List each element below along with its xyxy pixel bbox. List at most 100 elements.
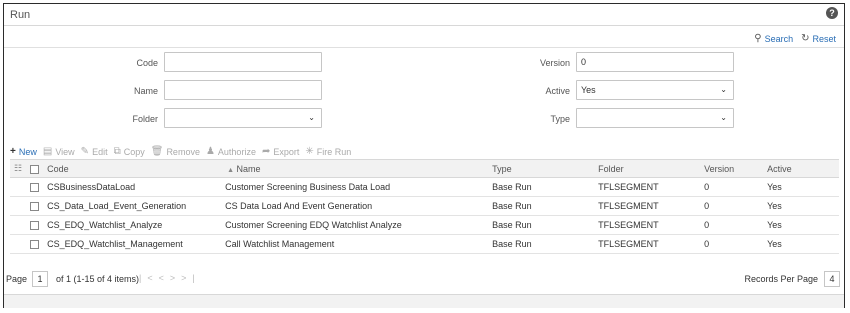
page-label: Page — [6, 274, 28, 284]
footer-bar — [4, 294, 844, 308]
row-code[interactable]: CSBusinessDataLoad — [43, 177, 222, 197]
edit-button[interactable]: ✎ Edit — [81, 146, 108, 157]
row-checkbox[interactable] — [26, 215, 44, 235]
table-row[interactable]: CS_EDQ_Watchlist_Analyze Customer Screen… — [10, 215, 839, 235]
row-folder: TFLSEGMENT — [594, 177, 701, 197]
help-icon[interactable]: ? — [826, 7, 838, 19]
view-icon: ▤ — [42, 146, 53, 157]
new-label: New — [18, 146, 37, 157]
column-active[interactable]: Active — [763, 159, 839, 178]
row-version: 0 — [700, 177, 764, 197]
form-divider — [4, 47, 844, 48]
code-label: Code — [136, 58, 158, 68]
edit-label: Edit — [92, 146, 108, 157]
row-version: 0 — [700, 234, 764, 254]
active-select-value: Yes — [581, 85, 596, 95]
row-folder: TFLSEGMENT — [594, 234, 701, 254]
row-type: Base Run — [488, 234, 595, 254]
active-label: Active — [545, 86, 570, 96]
grid-toolbar: + New ▤ View ✎ Edit ⧉ Copy 🗑 Remove ♟ Authoriz… — [10, 146, 351, 157]
row-version: 0 — [700, 196, 764, 216]
version-input[interactable]: 0 — [576, 52, 734, 72]
folder-label: Folder — [132, 114, 158, 124]
row-active: Yes — [763, 196, 839, 216]
version-label: Version — [539, 58, 570, 68]
code-input[interactable] — [164, 52, 322, 72]
export-button[interactable]: ➦ Export — [262, 146, 299, 157]
table-row[interactable]: CS_Data_Load_Event_Generation CS Data Lo… — [10, 196, 839, 216]
search-button[interactable]: ⚲ Search — [754, 33, 793, 44]
records-per-page-label: Records Per Page — [744, 274, 818, 284]
export-label: Export — [273, 146, 300, 157]
type-select[interactable]: ⌄ — [576, 108, 734, 128]
column-folder-label: Folder — [598, 163, 624, 174]
page-title: Run — [10, 9, 31, 21]
search-icon: ⚲ — [754, 33, 762, 44]
new-button[interactable]: + New — [10, 146, 37, 157]
page-number-input[interactable]: 1 — [32, 271, 48, 287]
column-version[interactable]: Version — [700, 159, 764, 178]
row-active: Yes — [763, 215, 839, 235]
folder-select[interactable]: ⌄ — [164, 108, 322, 128]
active-select[interactable]: Yes ⌄ — [576, 80, 734, 100]
column-active-label: Active — [767, 163, 792, 174]
search-actions: ⚲ Search ↻ Reset — [754, 33, 836, 44]
table-row[interactable]: CS_EDQ_Watchlist_Management Call Watchli… — [10, 234, 839, 254]
column-code[interactable]: Code — [43, 159, 222, 178]
view-button[interactable]: ▤ View — [43, 146, 75, 157]
column-type-label: Type — [492, 163, 512, 174]
first-page-icon[interactable]: |< — [139, 273, 159, 283]
plus-icon: + — [10, 146, 16, 157]
reset-label: Reset — [812, 33, 836, 44]
table-row[interactable]: CSBusinessDataLoad Customer Screening Bu… — [10, 177, 839, 197]
column-name[interactable]: ▲ Name — [221, 159, 489, 178]
hierarchy-icon: ☷ — [10, 159, 27, 178]
row-checkbox[interactable] — [26, 234, 44, 254]
authorize-label: Authorize — [217, 146, 256, 157]
row-checkbox[interactable] — [26, 196, 44, 216]
prev-page-icon[interactable]: < — [159, 273, 170, 283]
pagination-bar: Page 1 of 1 (1-15 of 4 items) |<<>>| Rec… — [4, 269, 844, 289]
next-page-icon[interactable]: > — [170, 273, 181, 283]
trash-icon: 🗑 — [150, 146, 164, 157]
column-code-label: Code — [47, 163, 69, 174]
row-folder: TFLSEGMENT — [594, 215, 701, 235]
name-label: Name — [133, 86, 158, 96]
remove-button[interactable]: 🗑 Remove — [151, 146, 200, 157]
last-page-icon[interactable]: >| — [181, 273, 201, 283]
row-type: Base Run — [488, 196, 595, 216]
edit-icon: ✎ — [80, 146, 90, 157]
records-per-page-input[interactable]: 4 — [824, 271, 840, 287]
chevron-down-icon: ⌄ — [308, 113, 315, 122]
copy-button[interactable]: ⧉ Copy — [114, 146, 145, 157]
column-type[interactable]: Type — [488, 159, 595, 178]
copy-icon: ⧉ — [113, 146, 121, 157]
row-code[interactable]: CS_EDQ_Watchlist_Analyze — [43, 215, 222, 235]
authorize-button[interactable]: ♟ Authorize — [206, 146, 256, 157]
pager-nav: |<<>>| — [139, 273, 201, 283]
reset-icon: ↻ — [801, 33, 810, 44]
row-active: Yes — [763, 234, 839, 254]
row-checkbox[interactable] — [26, 177, 44, 197]
chevron-down-icon: ⌄ — [720, 85, 727, 94]
row-type: Base Run — [488, 215, 595, 235]
runs-table: ☷ Code ▲ Name Type Folder Version Active… — [10, 159, 839, 254]
row-name: Customer Screening Business Data Load — [221, 177, 489, 197]
fire-run-icon: ✳ — [305, 146, 314, 157]
column-folder[interactable]: Folder — [594, 159, 701, 178]
sort-asc-icon: ▲ — [227, 166, 235, 174]
row-code[interactable]: CS_Data_Load_Event_Generation — [43, 196, 222, 216]
select-all-checkbox[interactable] — [26, 159, 44, 178]
name-input[interactable] — [164, 80, 322, 100]
column-name-label: Name — [236, 163, 261, 174]
title-bar: Run ? — [4, 4, 844, 26]
fire-run-button[interactable]: ✳ Fire Run — [305, 146, 351, 157]
row-code[interactable]: CS_EDQ_Watchlist_Management — [43, 234, 222, 254]
table-header-row: ☷ Code ▲ Name Type Folder Version Active — [10, 159, 839, 178]
row-name: CS Data Load And Event Generation — [221, 196, 489, 216]
reset-button[interactable]: ↻ Reset — [801, 33, 836, 44]
run-window: Run ? ⚲ Search ↻ Reset Code Version 0 Na… — [3, 3, 845, 308]
chevron-down-icon: ⌄ — [720, 113, 727, 122]
row-type: Base Run — [488, 177, 595, 197]
search-label: Search — [764, 33, 794, 44]
